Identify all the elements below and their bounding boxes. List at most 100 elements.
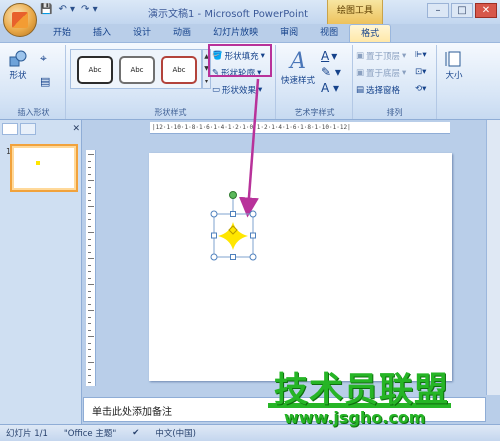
ruler-tick — [88, 329, 91, 331]
group-label-wordart: 艺术字样式 — [294, 108, 335, 117]
drawing-tools-header: 绘图工具 — [327, 0, 383, 24]
slide-thumbnail[interactable] — [10, 144, 78, 192]
ruler-tick — [88, 180, 94, 181]
language: 中文(中国) — [155, 429, 196, 439]
office-logo-icon — [12, 12, 28, 28]
group-insert-shapes: 形状 ⌖ ▤ 插入形状 — [2, 45, 66, 119]
highlight-box — [208, 44, 272, 77]
ruler-tick — [88, 167, 91, 168]
selection-pane-icon: ▤ — [356, 85, 365, 95]
shapes-icon — [9, 50, 27, 67]
ruler-tick — [88, 199, 91, 201]
close-button[interactable]: ✕ — [475, 3, 497, 18]
slides-panel: ✕ 1 — [0, 120, 82, 425]
rotate-icon[interactable]: ⟲▾ — [415, 84, 426, 94]
quick-access-toolbar: 💾 ↶ ▾ ↷ ▾ — [40, 4, 98, 15]
send-back-button[interactable]: ▣ 置于底层 ▾ — [356, 67, 406, 79]
effects-icon: ▭ — [212, 85, 221, 95]
thumbnail-shape — [36, 161, 40, 165]
text-fill-icon[interactable]: A ▾ — [321, 49, 337, 63]
shapes-button[interactable]: 形状 — [8, 49, 28, 81]
redo-icon[interactable]: ↷ ▾ — [81, 4, 98, 15]
undo-icon[interactable]: ↶ ▾ — [58, 4, 75, 15]
bring-front-button[interactable]: ▣ 置于顶层 ▾ — [356, 50, 406, 62]
text-box-icon[interactable]: ▤ — [40, 75, 50, 88]
ruler-tick — [88, 381, 91, 383]
save-icon[interactable]: 💾 — [40, 4, 52, 15]
ruler-tick — [88, 310, 94, 311]
tab-slideshow[interactable]: 幻灯片放映 — [202, 24, 269, 42]
outline-tab[interactable] — [20, 123, 36, 135]
group-size: 大小 — [438, 45, 474, 119]
ruler-tick — [88, 284, 94, 285]
slide-info: 幻灯片 1/1 — [6, 429, 48, 439]
group-icon[interactable]: ⊡▾ — [415, 67, 426, 77]
bring-front-icon: ▣ — [356, 51, 365, 61]
style-option-red[interactable]: Abc — [161, 56, 197, 84]
maximize-button[interactable]: □ — [451, 3, 473, 18]
style-option-gray[interactable]: Abc — [119, 56, 155, 84]
ruler-tick — [88, 154, 94, 155]
ruler-tick — [88, 316, 91, 318]
spellcheck-icon[interactable]: ✔ — [132, 428, 139, 438]
ruler-tick — [88, 206, 94, 207]
tab-home[interactable]: 开始 — [42, 24, 82, 42]
tab-review[interactable]: 审阅 — [269, 24, 309, 42]
panel-tabs: ✕ — [2, 122, 80, 136]
tab-format[interactable]: 格式 — [349, 24, 392, 42]
vertical-ruler — [86, 150, 96, 386]
watermark-text: 技术员联盟 — [274, 370, 449, 410]
send-back-icon: ▣ — [356, 68, 365, 78]
ruler-tick — [88, 355, 91, 357]
ruler-tick — [88, 375, 91, 376]
style-option-black[interactable]: Abc — [77, 56, 113, 84]
ruler-tick — [88, 342, 91, 344]
slides-tab[interactable] — [2, 123, 18, 135]
horizontal-ruler: |12·1·10·1·8·1·6·1·4·1·2·1·0·1·2·1·4·1·6… — [150, 122, 450, 134]
tab-view[interactable]: 视图 — [309, 24, 349, 42]
ruler-tick — [88, 238, 91, 240]
slide-canvas[interactable] — [149, 153, 452, 381]
ruler-tick — [88, 323, 91, 324]
ruler-tick — [88, 264, 91, 266]
text-effects-icon[interactable]: A ▾ — [321, 81, 339, 95]
ruler-tick — [88, 232, 94, 233]
vertical-scrollbar[interactable] — [486, 120, 500, 395]
ruler-tick — [88, 251, 91, 253]
ruler-tick — [88, 336, 94, 337]
ribbon-tabs: 开始 插入 设计 动画 幻灯片放映 审阅 视图 格式 — [42, 24, 392, 42]
shape-effects-button[interactable]: ▭ 形状效果 ▾ — [212, 84, 262, 96]
panel-close-icon[interactable]: ✕ — [72, 124, 80, 134]
group-label-shape-styles: 形状样式 — [154, 108, 187, 117]
ruler-tick — [88, 245, 91, 246]
tab-design[interactable]: 设计 — [122, 24, 162, 42]
edit-shape-icon[interactable]: ⌖ — [40, 51, 47, 66]
ruler-tick — [88, 290, 91, 292]
align-icon[interactable]: ⊫▾ — [415, 50, 427, 60]
minimize-button[interactable]: – — [427, 3, 449, 18]
window-controls: – □ ✕ — [427, 3, 497, 18]
ruler-tick — [88, 368, 91, 370]
ruler-tick — [88, 160, 91, 162]
selection-pane-button[interactable]: ▤ 选择窗格 — [356, 84, 400, 96]
thumbnail-content — [14, 148, 74, 188]
wordart-a-icon: A — [290, 49, 306, 74]
quick-styles-button[interactable]: A 快速样式 — [281, 49, 315, 86]
tab-insert[interactable]: 插入 — [82, 24, 122, 42]
shape-style-gallery: Abc Abc Abc — [70, 49, 202, 89]
ruler-tick — [88, 173, 91, 175]
office-button[interactable] — [3, 3, 37, 37]
group-label-arrange: 排列 — [386, 108, 403, 117]
ruler-tick — [88, 271, 91, 272]
watermark-url: www.jsgho.com — [284, 408, 426, 427]
tab-animations[interactable]: 动画 — [162, 24, 202, 42]
text-outline-icon[interactable]: ✎ ▾ — [321, 65, 341, 79]
ruler-tick — [88, 219, 91, 220]
ruler-tick — [88, 362, 94, 363]
size-button[interactable]: 大小 — [444, 49, 464, 81]
group-arrange: ▣ 置于顶层 ▾ ▣ 置于底层 ▾ ▤ 选择窗格 ⊫▾ ⊡▾ ⟲▾ 排列 — [353, 45, 437, 119]
ruler-tick — [88, 297, 91, 298]
ruler-tick — [88, 212, 91, 214]
title-bar: 💾 ↶ ▾ ↷ ▾ 演示文稿1 - Microsoft PowerPoint 绘… — [0, 0, 500, 24]
size-icon — [445, 51, 461, 67]
